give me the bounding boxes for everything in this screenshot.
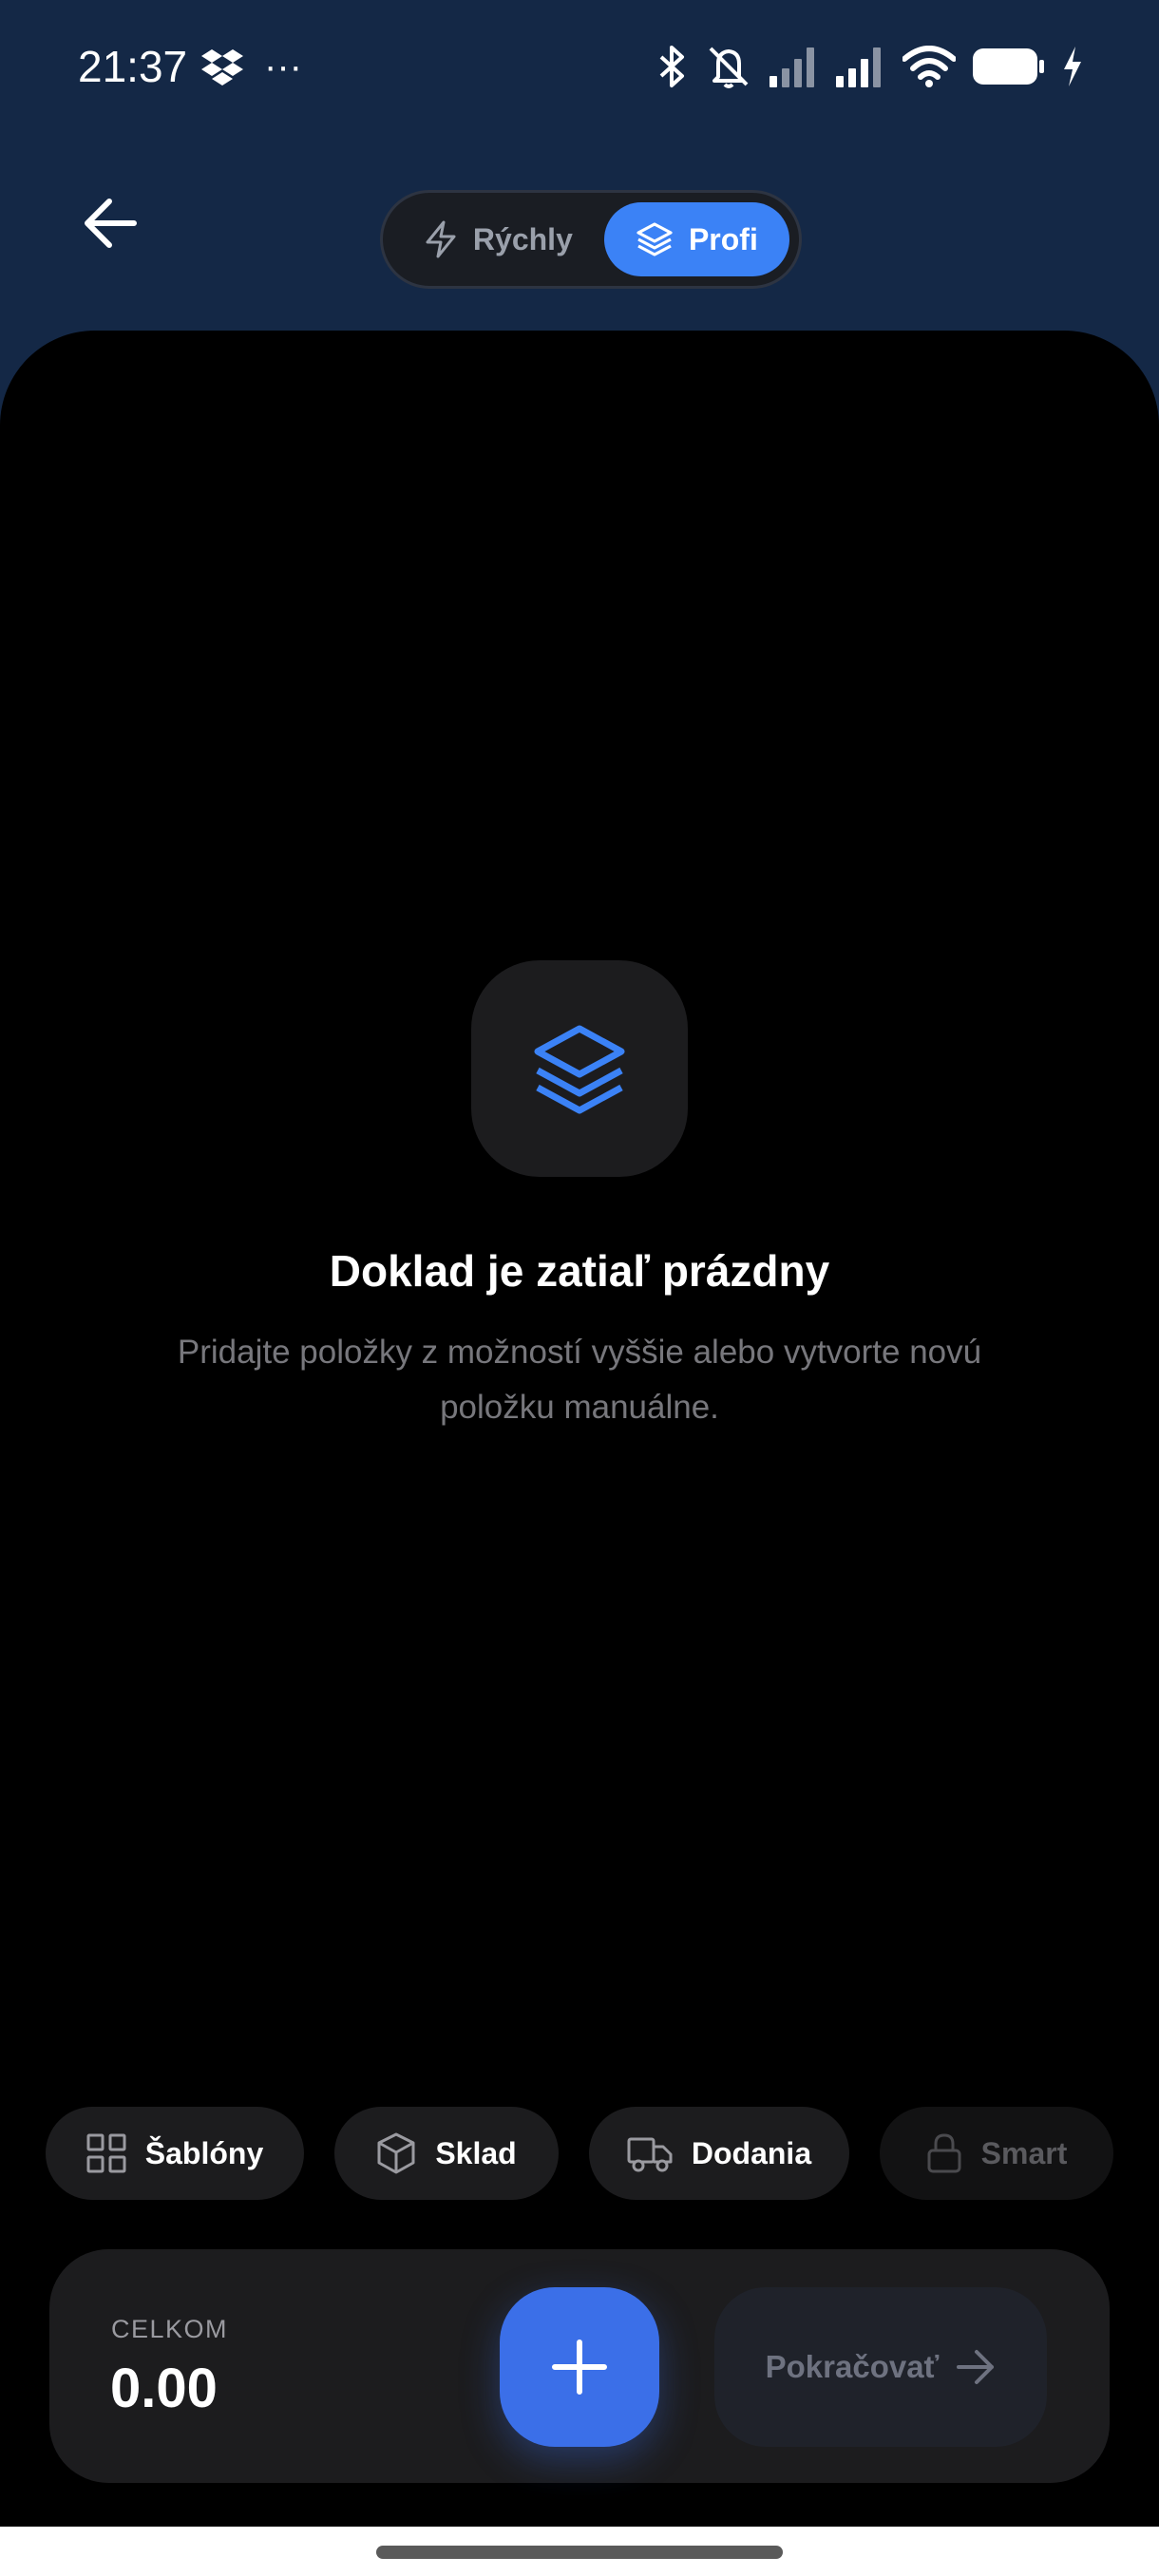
empty-state-subtitle: Pridajte položky z možností vyššie alebo…	[177, 1334, 982, 1426]
tab-pro-label: Profi	[688, 221, 758, 256]
tab-quick[interactable]: Rýchly	[392, 202, 604, 276]
more-dots: ···	[264, 46, 302, 87]
grid-icon	[86, 2133, 126, 2173]
signal-icon	[836, 47, 881, 87]
chip-smart-label: Smart	[980, 2135, 1068, 2170]
arrow-right-icon	[957, 2350, 995, 2384]
wifi-icon	[902, 46, 956, 87]
truck-icon	[627, 2137, 673, 2172]
chip-deliveries[interactable]: Dodania	[589, 2107, 849, 2200]
chip-smart[interactable]: Smart	[880, 2107, 1113, 2200]
empty-state-icon-box	[471, 960, 688, 1177]
signal-icon	[770, 47, 814, 87]
layers-icon	[636, 222, 673, 256]
dropbox-icon	[201, 49, 243, 85]
chip-templates[interactable]: Šablóny	[46, 2107, 304, 2200]
bluetooth-icon	[659, 46, 684, 87]
arrow-left-icon	[85, 199, 137, 248]
empty-state-title: Doklad je zatiaľ prázdny	[329, 1246, 830, 1296]
gesture-handle[interactable]	[376, 2546, 783, 2559]
chip-stock[interactable]: Sklad	[334, 2107, 559, 2200]
add-item-button[interactable]	[500, 2287, 659, 2447]
silent-icon	[709, 47, 749, 88]
chip-templates-label: Šablóny	[144, 2135, 264, 2170]
tab-pro[interactable]: Profi	[603, 202, 789, 276]
tab-quick-label: Rýchly	[472, 221, 573, 256]
lock-icon	[927, 2133, 961, 2173]
back-button[interactable]	[78, 190, 144, 256]
layers-icon	[534, 1025, 625, 1114]
chip-deliveries-label: Dodania	[691, 2135, 812, 2170]
lightning-icon	[426, 220, 456, 258]
total-value: 0.00	[110, 2358, 218, 2419]
continue-button[interactable]: Pokračovať	[714, 2287, 1047, 2447]
plus-icon	[552, 2339, 607, 2395]
chip-stock-label: Sklad	[435, 2135, 517, 2170]
continue-label: Pokračovať	[765, 2349, 940, 2384]
charging-icon	[1064, 47, 1081, 86]
status-time: 21:37	[78, 42, 188, 91]
battery-icon	[973, 48, 1044, 85]
total-label: CELKOM	[111, 2315, 229, 2343]
status-left-icons: ···	[201, 42, 302, 91]
mode-toggle: Rýchly Profi	[380, 190, 802, 289]
status-right-icons	[656, 38, 1083, 95]
box-icon	[377, 2132, 415, 2174]
